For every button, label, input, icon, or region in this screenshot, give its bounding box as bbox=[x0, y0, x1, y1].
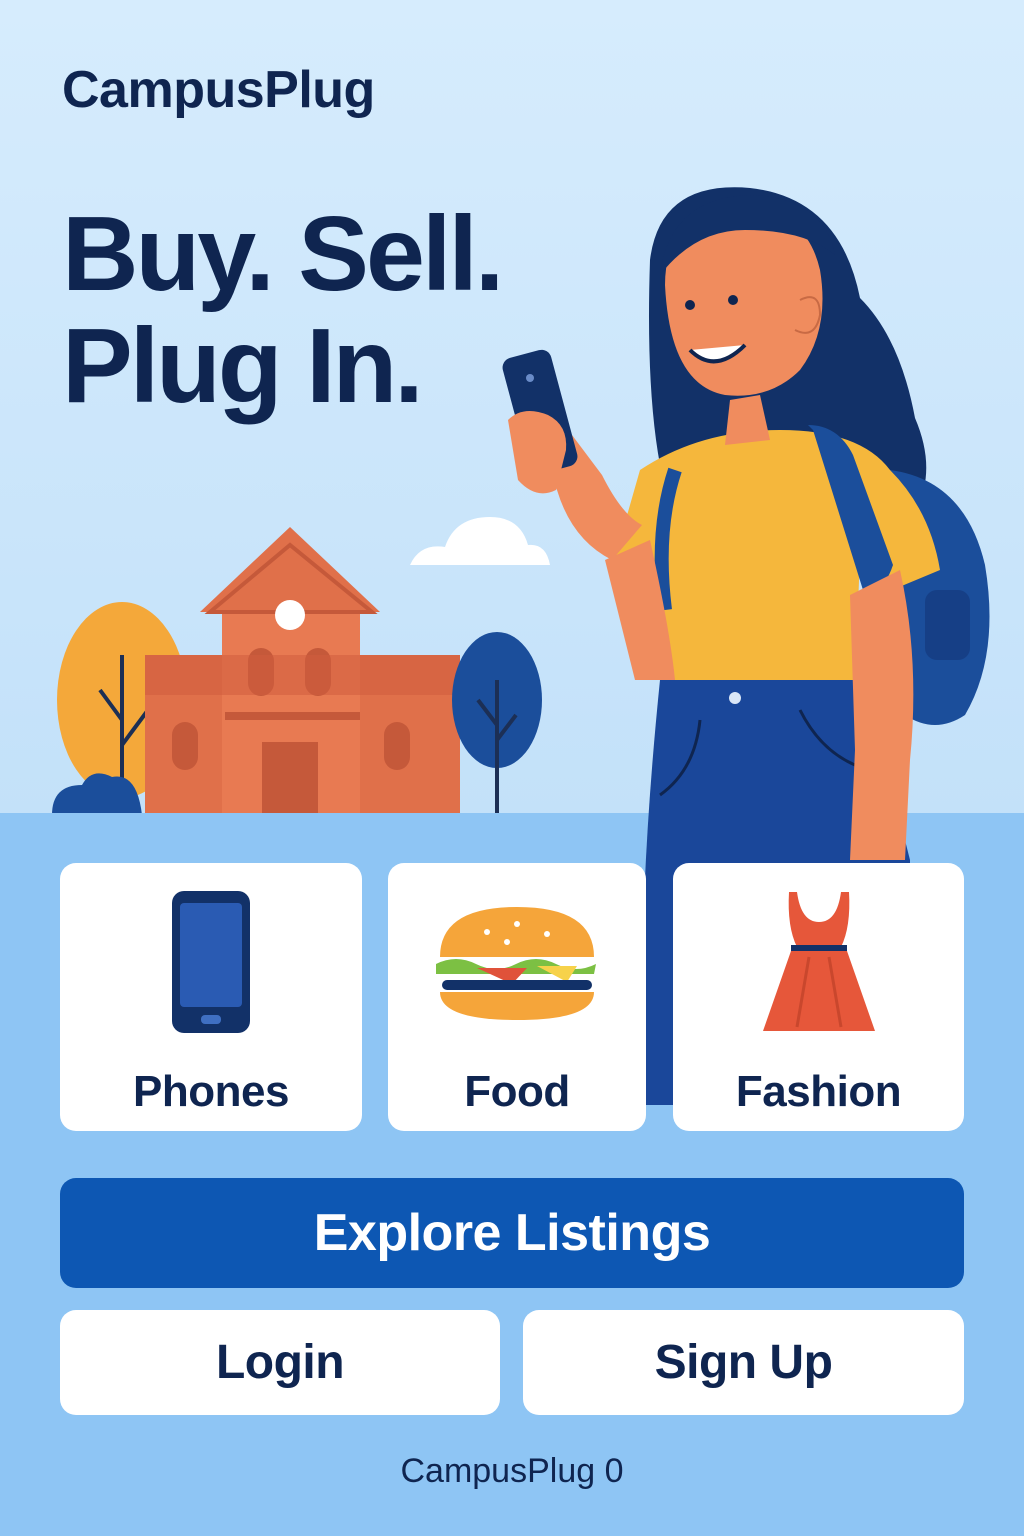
category-label-phones: Phones bbox=[133, 1067, 289, 1116]
category-label-food: Food bbox=[464, 1067, 570, 1116]
burger-icon bbox=[432, 887, 602, 1037]
brand-logo[interactable]: CampusPlug bbox=[62, 60, 375, 120]
campus-building-icon bbox=[145, 527, 460, 815]
cloud-icon bbox=[410, 517, 550, 565]
login-button[interactable]: Login bbox=[60, 1310, 500, 1415]
blue-tree-icon bbox=[452, 632, 542, 815]
category-label-fashion: Fashion bbox=[735, 1067, 902, 1116]
dress-icon bbox=[759, 887, 879, 1037]
category-card-food[interactable]: Food bbox=[388, 863, 646, 1131]
footer-text: CampusPlug 0 bbox=[400, 1452, 624, 1490]
category-card-phones[interactable]: Phones bbox=[60, 863, 362, 1131]
phone-icon bbox=[166, 887, 256, 1037]
explore-listings-button[interactable]: Explore Listings bbox=[60, 1178, 964, 1288]
category-card-fashion[interactable]: Fashion bbox=[673, 863, 964, 1131]
sign-up-button[interactable]: Sign Up bbox=[523, 1310, 964, 1415]
